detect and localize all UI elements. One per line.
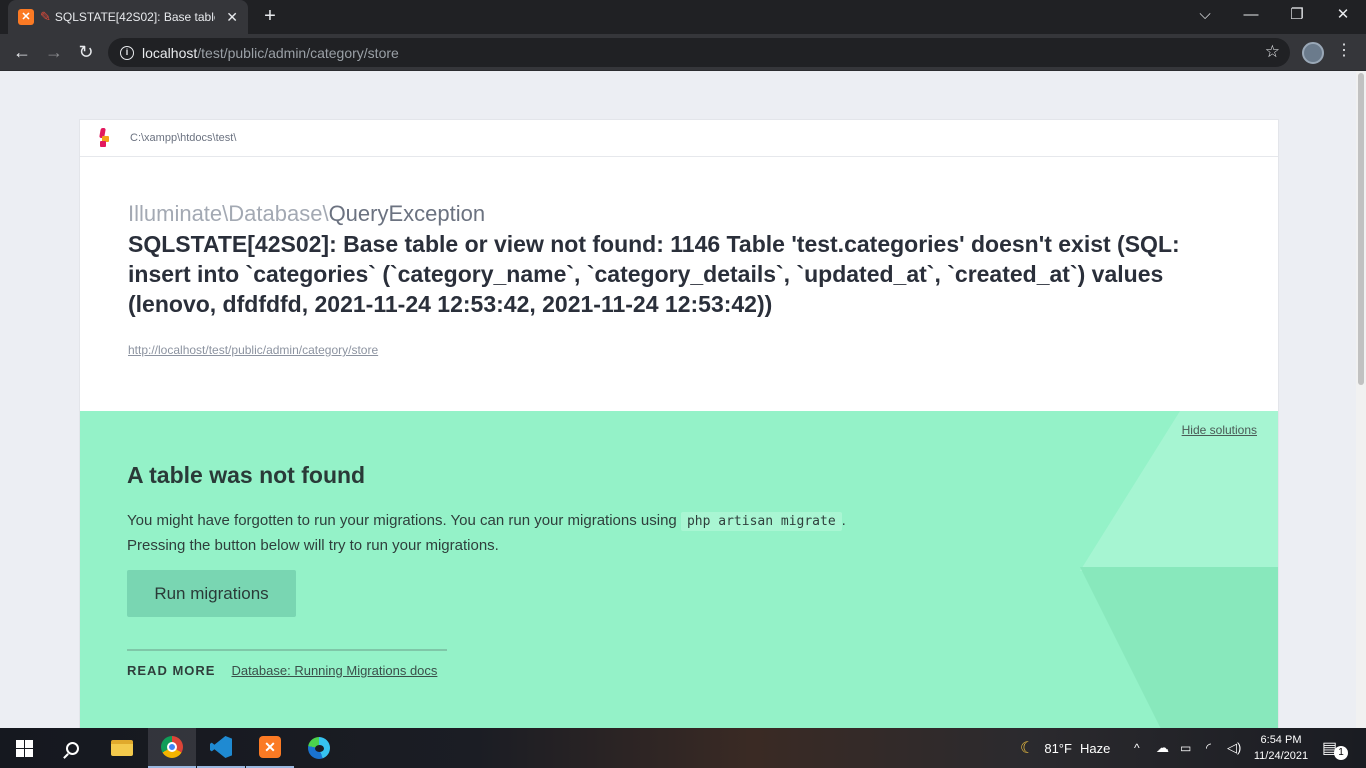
hide-solutions-link[interactable]: Hide solutions xyxy=(1182,423,1257,437)
run-migrations-button[interactable]: Run migrations xyxy=(127,570,296,617)
solution-text-after: . xyxy=(841,512,846,529)
tab-title: SQLSTATE[42S02]: Base table xyxy=(54,10,215,24)
forward-button[interactable]: → xyxy=(41,40,67,66)
address-path: /test/public/admin/category/store xyxy=(197,44,399,61)
page-viewport: C:\xampp\htdocs\test\ Illuminate\Databas… xyxy=(0,71,1356,728)
xampp-taskbar-icon: ✕ xyxy=(259,736,281,758)
clock-time: 6:54 PM xyxy=(1260,734,1302,746)
pen-icon: ✎ xyxy=(40,9,51,24)
tray-overflow-chevron[interactable]: ^ xyxy=(1134,728,1140,768)
browser-menu-icon[interactable]: ⋮ xyxy=(1336,40,1352,60)
solution-decoration-lower xyxy=(1080,567,1278,728)
search-button[interactable] xyxy=(48,728,96,768)
clock-date: 11/24/2021 xyxy=(1253,750,1309,762)
solution-text-before: You might have forgotten to run your mig… xyxy=(127,512,681,529)
chrome-taskbar-button[interactable] xyxy=(148,728,196,768)
browser-titlebar: ✕ ✎ SQLSTATE[42S02]: Base table ✕ + ⌵ — … xyxy=(0,0,1366,34)
weather-condition: Haze xyxy=(1079,740,1111,756)
solution-panel: Hide solutions A table was not found You… xyxy=(80,411,1278,728)
tab-search-icon[interactable]: ⌵ xyxy=(1182,0,1228,34)
notification-center-button[interactable]: ▤ 1 xyxy=(1322,738,1348,760)
card-header: C:\xampp\htdocs\test\ xyxy=(80,120,1278,157)
exception-class: Illuminate\Database\QueryException xyxy=(128,201,1230,227)
scrollbar-thumb[interactable] xyxy=(1358,73,1364,385)
address-bar[interactable]: i localhost/test/public/admin/category/s… xyxy=(108,38,1290,67)
back-button[interactable]: ← xyxy=(9,40,35,66)
volume-icon[interactable]: ◁) xyxy=(1227,728,1241,768)
exception-namespace: Illuminate\Database\ xyxy=(128,201,329,226)
read-more: READ MORE Database: Running Migrations d… xyxy=(127,649,447,678)
system-clock[interactable]: 6:54 PM 11/24/2021 xyxy=(1246,732,1316,764)
onedrive-icon[interactable]: ☁ xyxy=(1156,728,1169,768)
solution-description: You might have forgotten to run your mig… xyxy=(127,509,1027,558)
windows-icon xyxy=(15,739,33,757)
exception-section: Illuminate\Database\QueryException SQLST… xyxy=(80,157,1278,359)
xampp-taskbar-button[interactable]: ✕ xyxy=(246,728,294,768)
exception-class-name: QueryException xyxy=(328,201,486,226)
restore-button[interactable]: ❐ xyxy=(1274,0,1320,34)
file-explorer-button[interactable] xyxy=(98,728,146,768)
wifi-icon[interactable]: ◜ xyxy=(1206,728,1211,768)
vscode-icon xyxy=(210,736,232,758)
vscode-taskbar-button[interactable] xyxy=(197,728,245,768)
start-button[interactable] xyxy=(0,728,48,768)
request-url-link[interactable]: http://localhost/test/public/admin/categ… xyxy=(128,343,378,357)
tab-close-icon[interactable]: ✕ xyxy=(226,9,238,26)
exception-message: SQLSTATE[42S02]: Base table or view not … xyxy=(128,231,1180,317)
error-card: C:\xampp\htdocs\test\ Illuminate\Databas… xyxy=(79,119,1279,728)
notification-badge: 1 xyxy=(1334,746,1348,760)
solution-text-line2: Pressing the button below will try to ru… xyxy=(127,537,499,554)
chrome-icon xyxy=(161,736,183,758)
migrate-command: php artisan migrate xyxy=(680,512,842,531)
folder-icon xyxy=(111,740,133,756)
search-icon xyxy=(65,741,79,755)
app-path: C:\xampp\htdocs\test\ xyxy=(130,132,237,144)
minimize-button[interactable]: — xyxy=(1228,0,1274,34)
address-host: localhost xyxy=(142,44,198,61)
close-window-button[interactable]: ✕ xyxy=(1320,0,1366,34)
migrations-docs-link[interactable]: Database: Running Migrations docs xyxy=(231,663,437,678)
bookmark-star-icon[interactable]: ☆ xyxy=(1265,42,1280,62)
reload-button[interactable]: ↻ xyxy=(73,40,99,66)
weather-widget[interactable]: ☾ 81°F Haze xyxy=(1020,728,1110,768)
new-tab-button[interactable]: + xyxy=(258,5,282,28)
taskbar: ✕ ☾ 81°F Haze ^ ☁ ▭ ◜ ◁) 6:54 PM 11/24/2… xyxy=(0,728,1366,768)
ignition-logo-icon xyxy=(98,128,110,148)
read-more-label: READ MORE xyxy=(127,663,216,678)
solution-title: A table was not found xyxy=(127,462,366,488)
weather-temp: 81°F xyxy=(1044,740,1072,756)
page-scrollbar[interactable] xyxy=(1356,71,1366,728)
profile-avatar[interactable] xyxy=(1302,42,1324,64)
site-info-icon[interactable]: i xyxy=(120,45,134,60)
edge-taskbar-button[interactable] xyxy=(295,728,343,768)
battery-icon[interactable]: ▭ xyxy=(1180,728,1191,768)
browser-toolbar: ← → ↻ i localhost/test/public/admin/cate… xyxy=(0,34,1366,71)
edge-icon xyxy=(308,737,330,759)
moon-cloud-icon: ☾ xyxy=(1020,740,1035,757)
xampp-icon: ✕ xyxy=(18,9,34,25)
browser-tab[interactable]: ✕ ✎ SQLSTATE[42S02]: Base table ✕ xyxy=(8,0,248,34)
